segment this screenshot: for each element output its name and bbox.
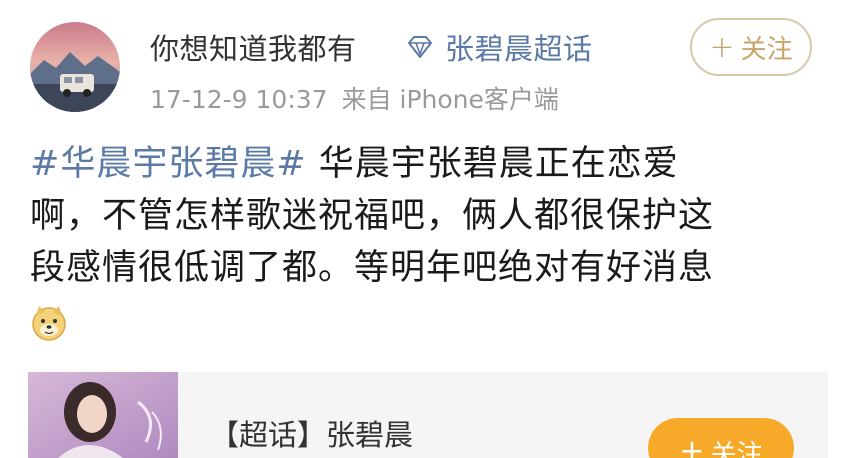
- supertopic-card[interactable]: 【超话】张碧晨 + 关注: [28, 372, 828, 458]
- timestamp: 17-12-9 10:37: [150, 85, 328, 114]
- post-line-3: 段感情很低调了都。等明年吧绝对有好消息: [30, 248, 715, 288]
- avatar-image: [30, 22, 120, 112]
- supertopic-label: 张碧晨超话: [445, 32, 593, 66]
- post-body: #华晨宇张碧晨# 华晨宇张碧晨正在恋爱 啊，不管怎样歌迷祝福吧，俩人都很保护这 …: [30, 138, 820, 346]
- follow-label: 关注: [740, 34, 793, 65]
- card-thumbnail: [28, 372, 178, 458]
- supertopic-link[interactable]: 张碧晨超话: [405, 26, 593, 68]
- post-line-4: [30, 294, 820, 346]
- avatar[interactable]: [30, 22, 120, 112]
- follow-button[interactable]: + 关注: [690, 18, 812, 76]
- post-header: 你想知道我都有 张碧晨超话 17-12-9 10:37 来自 iPhone客户端 …: [0, 0, 842, 120]
- hashtag-link[interactable]: #华晨宇张碧晨#: [30, 144, 307, 184]
- post-meta: 17-12-9 10:37 来自 iPhone客户端: [150, 80, 559, 116]
- post-text-1: 华晨宇张碧晨正在恋爱: [306, 144, 679, 184]
- card-follow-button[interactable]: + 关注: [648, 418, 794, 458]
- diamond-icon: [405, 32, 435, 62]
- source-label: 来自 iPhone客户端: [341, 85, 559, 114]
- card-title: 【超话】张碧晨: [210, 418, 414, 452]
- post-line-1: #华晨宇张碧晨# 华晨宇张碧晨正在恋爱: [30, 138, 820, 190]
- plus-icon: +: [709, 29, 735, 65]
- doge-emoji-icon: [30, 304, 68, 342]
- plus-icon: +: [679, 434, 705, 458]
- username[interactable]: 你想知道我都有: [150, 26, 357, 68]
- follow-label: 关注: [710, 440, 763, 458]
- post-line-2: 啊，不管怎样歌迷祝福吧，俩人都很保护这: [30, 196, 715, 236]
